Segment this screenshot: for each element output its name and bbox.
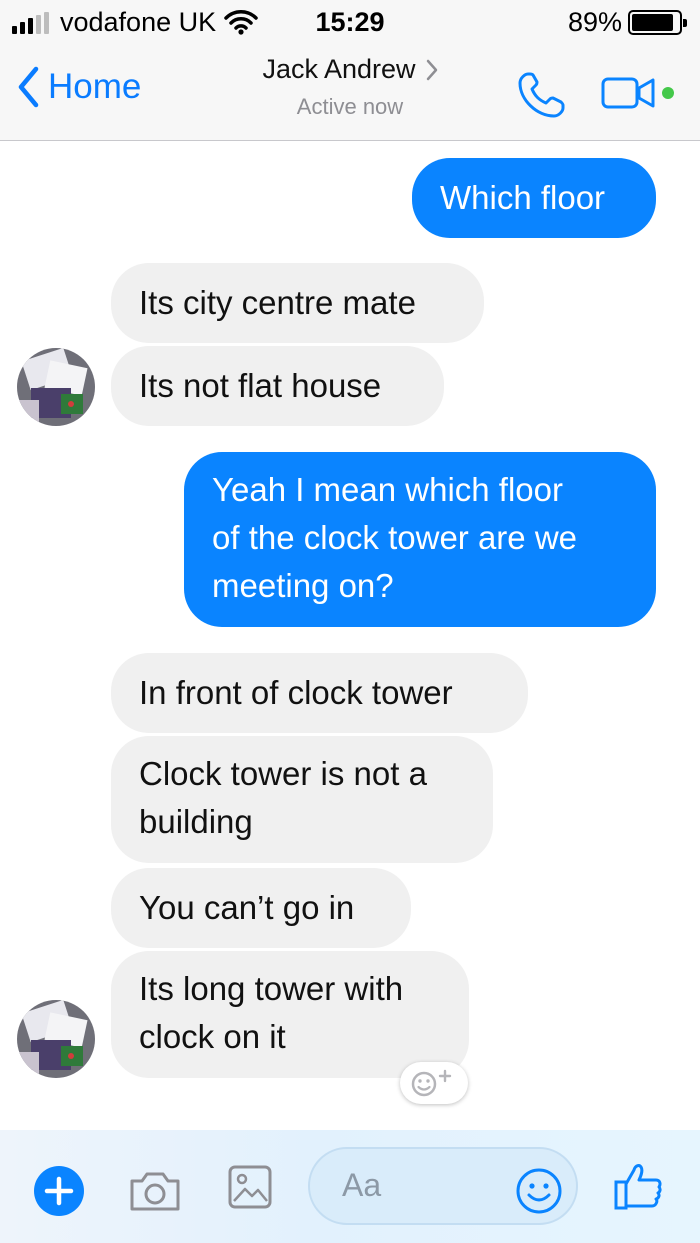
contact-avatar[interactable] [17, 348, 95, 426]
message-line: of the clock tower are we [212, 519, 577, 556]
status-bar: vodafone UK 15:29 89% [0, 0, 700, 44]
incoming-message[interactable]: Its long tower with clock on it [111, 951, 469, 1078]
thumbs-up-icon [614, 1164, 662, 1210]
add-reaction-icon [411, 1069, 452, 1097]
message-text: You can’t go in [139, 889, 355, 926]
gallery-button[interactable] [226, 1163, 274, 1216]
message-text: In front of clock tower [139, 674, 453, 711]
battery-percent: 89% [567, 7, 622, 37]
camera-button[interactable] [128, 1169, 182, 1218]
emoji-button[interactable] [514, 1166, 564, 1221]
contact-info[interactable]: Jack Andrew Active now [0, 54, 700, 120]
contact-avatar[interactable] [17, 1000, 95, 1078]
incoming-message[interactable]: Clock tower is not a building [111, 736, 493, 863]
like-button[interactable] [612, 1160, 664, 1217]
contact-name: Jack Andrew [262, 54, 416, 84]
image-icon [228, 1165, 272, 1209]
camera-icon [130, 1172, 180, 1211]
message-line: building [139, 803, 253, 840]
message-text: Which floor [440, 179, 606, 216]
phone-icon [518, 72, 565, 118]
video-call-button[interactable] [601, 75, 681, 116]
message-composer: Aa [0, 1130, 700, 1243]
incoming-message[interactable]: Its city centre mate [111, 263, 484, 343]
message-text: Its not flat house [139, 367, 382, 404]
incoming-message[interactable]: Its not flat house [111, 346, 444, 426]
message-line: clock on it [139, 1018, 286, 1055]
message-input-placeholder: Aa [342, 1167, 382, 1203]
message-line: meeting on? [212, 567, 394, 604]
message-line: Its long tower with [139, 970, 404, 1007]
emoji-icon [516, 1168, 562, 1214]
outgoing-message[interactable]: Yeah I mean which floor of the clock tow… [184, 452, 656, 627]
plus-icon [44, 1176, 74, 1206]
add-reaction-button[interactable] [400, 1062, 468, 1104]
message-text: Its city centre mate [139, 284, 416, 321]
video-camera-icon [601, 77, 674, 109]
incoming-message[interactable]: In front of clock tower [111, 653, 528, 733]
contact-status: Active now [296, 94, 404, 119]
message-line: Clock tower is not a [139, 755, 427, 792]
conversation-header: Home Jack Andrew Active now [0, 44, 700, 141]
message-line: Yeah I mean which floor [212, 471, 563, 508]
outgoing-message[interactable]: Which floor [412, 158, 656, 238]
battery-icon [628, 10, 687, 35]
chevron-right-icon [426, 59, 437, 80]
phone-call-button[interactable] [516, 70, 568, 125]
incoming-message[interactable]: You can’t go in [111, 868, 411, 948]
more-actions-button[interactable] [34, 1166, 84, 1216]
